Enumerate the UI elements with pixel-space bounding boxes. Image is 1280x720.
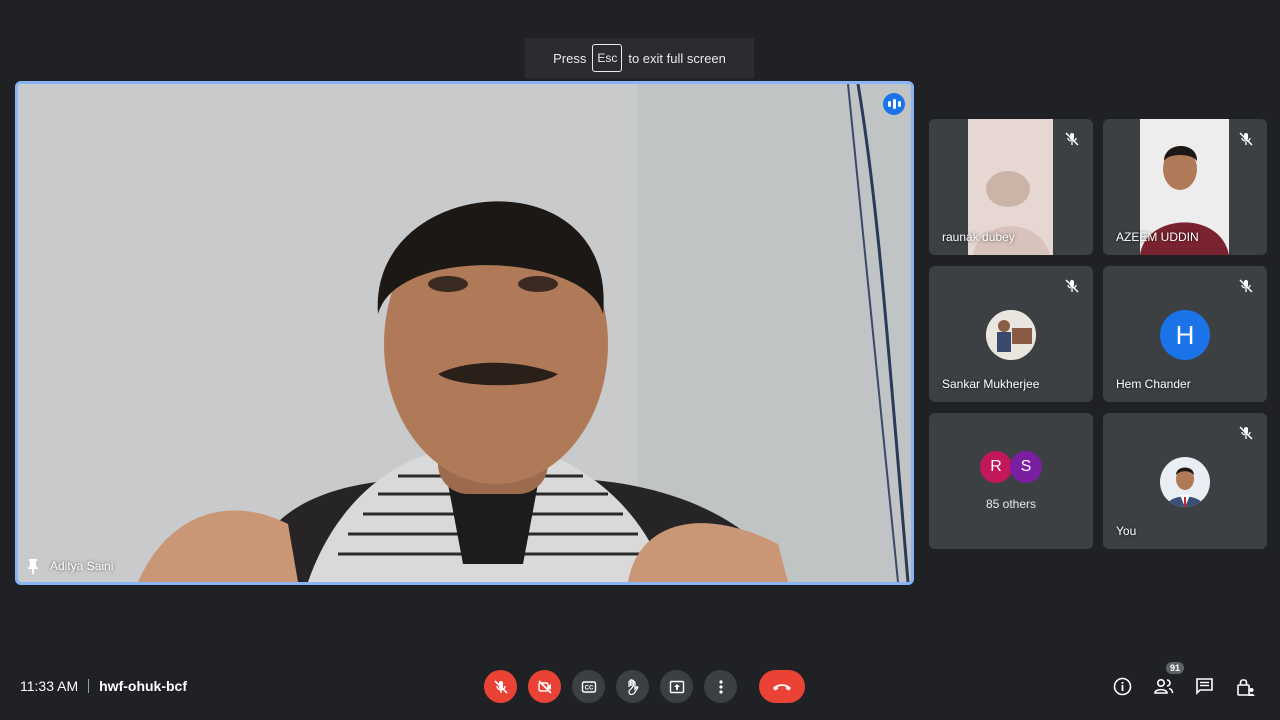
meeting-info: 11:33 AM hwf-ohuk-bcf [20, 678, 187, 694]
avatar [986, 310, 1036, 360]
participant-tile-hem[interactable]: H Hem Chander [1103, 266, 1267, 402]
participant-count-badge: 91 [1165, 662, 1184, 674]
mic-off-icon [1065, 279, 1079, 293]
microphone-toggle-button[interactable] [484, 670, 517, 703]
leave-call-button[interactable] [759, 670, 805, 703]
people-icon [1154, 678, 1174, 694]
participant-name: AZEEM UDDIN [1116, 230, 1199, 244]
avatar [1160, 457, 1210, 507]
divider [88, 679, 90, 693]
participant-name: raunak dubey [942, 230, 1015, 244]
call-controls: CC [484, 670, 805, 703]
present-screen-button[interactable] [660, 670, 693, 703]
participant-tile-you[interactable]: You [1103, 413, 1267, 549]
side-panel-buttons: 91 [1112, 662, 1256, 697]
meeting-details-button[interactable] [1112, 676, 1133, 697]
toast-suffix-text: to exit full screen [628, 50, 726, 66]
lock-person-icon [1236, 678, 1254, 696]
chat-button[interactable] [1194, 676, 1215, 697]
meeting-code: hwf-ohuk-bcf [99, 678, 187, 694]
esc-key-hint: Esc [592, 44, 623, 72]
closed-captions-icon: CC [581, 680, 596, 693]
participant-tile-sankar[interactable]: Sankar Mukherjee [929, 266, 1093, 402]
avatar: R [980, 451, 1012, 483]
mic-off-icon [1239, 426, 1253, 440]
participant-tile-raunak[interactable]: raunak dubey [929, 119, 1093, 255]
clock-time: 11:33 AM [20, 678, 79, 694]
toast-press-text: Press [553, 50, 587, 66]
speaking-indicator-icon [883, 93, 905, 115]
participants-button[interactable]: 91 [1153, 662, 1184, 697]
info-icon [1113, 677, 1132, 696]
captions-button[interactable]: CC [572, 670, 605, 703]
mic-off-icon [1239, 279, 1253, 293]
mic-off-icon [1065, 132, 1079, 146]
pin-icon[interactable] [26, 558, 40, 574]
camera-toggle-button[interactable] [528, 670, 561, 703]
camera-off-icon [537, 679, 552, 694]
mic-off-icon [493, 679, 508, 694]
main-speaker-name: Aditya Saini [50, 559, 114, 573]
main-speaker-video [18, 84, 911, 582]
mic-off-icon [1239, 132, 1253, 146]
participant-name: Sankar Mukherjee [942, 377, 1040, 391]
others-count: 85 others [985, 497, 1037, 511]
svg-text:CC: CC [584, 685, 593, 691]
avatar: H [1160, 310, 1210, 360]
exit-fullscreen-toast: Press Esc to exit full screen [525, 38, 754, 78]
hand-icon [627, 678, 638, 695]
call-end-icon [773, 683, 791, 690]
raise-hand-button[interactable] [616, 670, 649, 703]
main-speaker-label: Aditya Saini [26, 558, 113, 574]
host-controls-button[interactable] [1235, 676, 1256, 697]
participant-tile-azeem[interactable]: AZEEM UDDIN [1103, 119, 1267, 255]
participant-name: You [1116, 524, 1137, 538]
participant-name: Hem Chander [1116, 377, 1191, 391]
more-options-button[interactable] [704, 670, 737, 703]
main-speaker-tile[interactable]: Aditya Saini [15, 81, 914, 585]
bottom-bar: 11:33 AM hwf-ohuk-bcf CC 91 [0, 660, 1280, 712]
others-tile[interactable]: R S 85 others [929, 413, 1093, 549]
avatar: S [1010, 451, 1042, 483]
chat-icon [1196, 678, 1213, 695]
present-icon [669, 680, 684, 693]
more-vert-icon [718, 679, 723, 694]
